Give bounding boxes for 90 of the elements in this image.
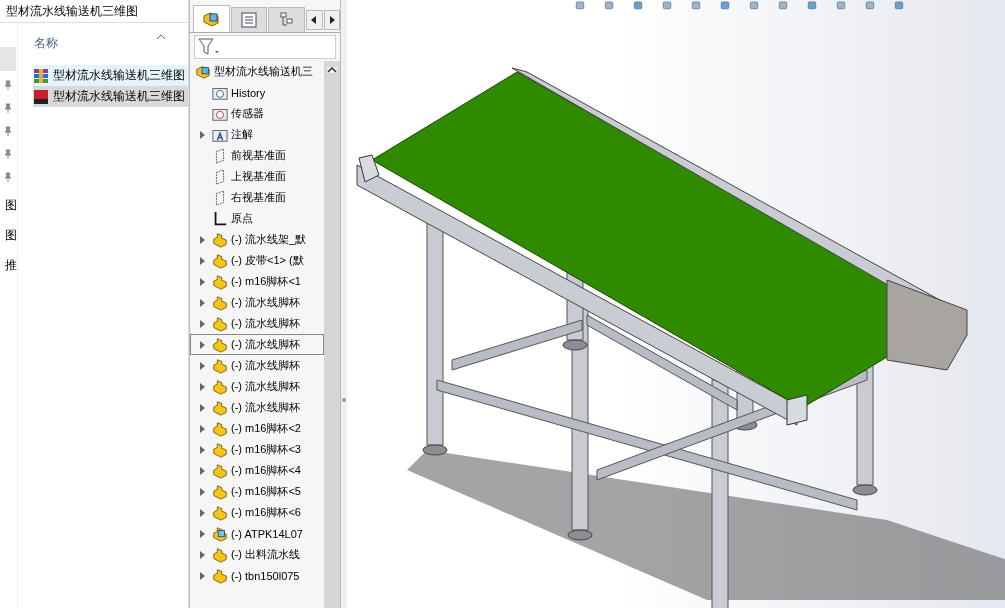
assembly-icon [202, 10, 221, 28]
tree-item[interactable]: (-) 流水线脚杯 [190, 292, 324, 313]
tree-item[interactable]: 注解 [190, 124, 324, 145]
scroll-up-icon[interactable] [327, 67, 337, 73]
nav-item[interactable]: 图 [0, 227, 17, 244]
sort-caret-icon [156, 34, 166, 40]
tree-item[interactable]: 型材流水线输送机三 [190, 61, 324, 82]
expand-arrow-icon[interactable] [199, 235, 205, 244]
expand-arrow-icon[interactable] [199, 508, 205, 517]
component-icon [212, 378, 228, 395]
splitter-handle[interactable] [342, 398, 346, 402]
part-icon [212, 525, 228, 542]
expand-arrow-icon[interactable] [199, 340, 205, 349]
component-icon [212, 462, 228, 479]
pin-icon[interactable] [3, 172, 13, 182]
tree-item[interactable]: (-) 流水线脚杯 [190, 376, 324, 397]
left-arrow-icon [311, 16, 318, 24]
tree-item[interactable]: (-) 流水线脚杯 [190, 334, 324, 355]
tree-item[interactable]: (-) m16脚杯<4 [190, 460, 324, 481]
scroll-right-button[interactable] [323, 10, 340, 30]
expand-arrow-icon[interactable] [199, 382, 205, 391]
cad-file-icon [33, 88, 49, 105]
panel-tab[interactable] [193, 5, 230, 32]
tree-item[interactable]: 原点 [190, 208, 324, 229]
component-icon [212, 504, 228, 521]
component-icon [212, 231, 228, 248]
expand-arrow-icon[interactable] [199, 529, 205, 538]
nav-item[interactable]: 推 [0, 257, 17, 274]
expand-arrow-icon[interactable] [199, 256, 205, 265]
component-icon [212, 273, 228, 290]
filter-field[interactable] [194, 35, 336, 59]
component-icon [212, 546, 228, 563]
expand-arrow-icon[interactable] [199, 130, 205, 139]
hierarchy-icon [277, 11, 296, 29]
file-row[interactable]: 型材流水线输送机三维图 [33, 65, 188, 86]
tree-item[interactable]: (-) 流水线架_默 [190, 229, 324, 250]
tree-item[interactable]: 右视基准面 [190, 187, 324, 208]
component-icon [212, 357, 228, 374]
tree-item[interactable]: (-) 流水线脚杯 [190, 397, 324, 418]
origin-icon [212, 210, 228, 227]
component-icon [212, 399, 228, 416]
expand-arrow-icon[interactable] [199, 487, 205, 496]
expand-arrow-icon[interactable] [199, 445, 205, 454]
tree-item[interactable]: (-) 流水线脚杯 [190, 313, 324, 334]
folder-path[interactable]: 型材流水线输送机三维图 [0, 0, 188, 23]
component-icon [212, 483, 228, 500]
tree-item[interactable]: (-) m16脚杯<1 [190, 271, 324, 292]
right-arrow-icon [328, 16, 335, 24]
tree-item[interactable]: 上视基准面 [190, 166, 324, 187]
component-icon [212, 441, 228, 458]
component-icon [212, 252, 228, 269]
pin-icon[interactable] [3, 149, 13, 159]
tree-item[interactable]: (-) m16脚杯<2 [190, 418, 324, 439]
tree-item[interactable]: (-) m16脚杯<6 [190, 502, 324, 523]
tree-item[interactable]: 前视基准面 [190, 145, 324, 166]
expand-arrow-icon[interactable] [199, 361, 205, 370]
pin-icon[interactable] [3, 126, 13, 136]
component-icon [212, 315, 228, 332]
expand-arrow-icon[interactable] [199, 403, 205, 412]
tree-item[interactable]: (-) tbn150l075 [190, 565, 324, 586]
column-header[interactable]: 名称 [34, 34, 58, 52]
list-icon [240, 11, 259, 29]
component-icon [212, 420, 228, 437]
tree-item[interactable]: 传感器 [190, 103, 324, 124]
expand-arrow-icon[interactable] [199, 277, 205, 286]
panel-tab[interactable] [230, 7, 268, 32]
pin-icon[interactable] [3, 80, 13, 90]
archive-icon [33, 67, 49, 84]
file-row[interactable]: 型材流水线输送机三维图 [33, 86, 188, 107]
tree-item[interactable]: (-) m16脚杯<3 [190, 439, 324, 460]
component-icon [212, 294, 228, 311]
component-icon [212, 336, 228, 353]
expand-arrow-icon[interactable] [199, 550, 205, 559]
expand-arrow-icon[interactable] [199, 319, 205, 328]
pin-icon[interactable] [3, 103, 13, 113]
tree-item[interactable]: (-) m16脚杯<5 [190, 481, 324, 502]
filter-icon [198, 38, 220, 56]
tree-item[interactable]: (-) 流水线脚杯 [190, 355, 324, 376]
tree-item[interactable]: (-) 出料流水线 [190, 544, 324, 565]
expand-arrow-icon[interactable] [199, 424, 205, 433]
component-icon [212, 567, 228, 584]
expand-arrow-icon[interactable] [199, 466, 205, 475]
nav-item[interactable]: 图 [0, 197, 17, 214]
tree-item[interactable]: (-) ATPK14L07 [190, 523, 324, 544]
expand-arrow-icon[interactable] [199, 571, 205, 580]
assembly-icon [195, 63, 211, 80]
scroll-left-button[interactable] [306, 10, 323, 30]
expand-arrow-icon[interactable] [199, 298, 205, 307]
tree-item[interactable]: History [190, 82, 324, 103]
tree-item[interactable]: (-) 皮带<1> (默 [190, 250, 324, 271]
